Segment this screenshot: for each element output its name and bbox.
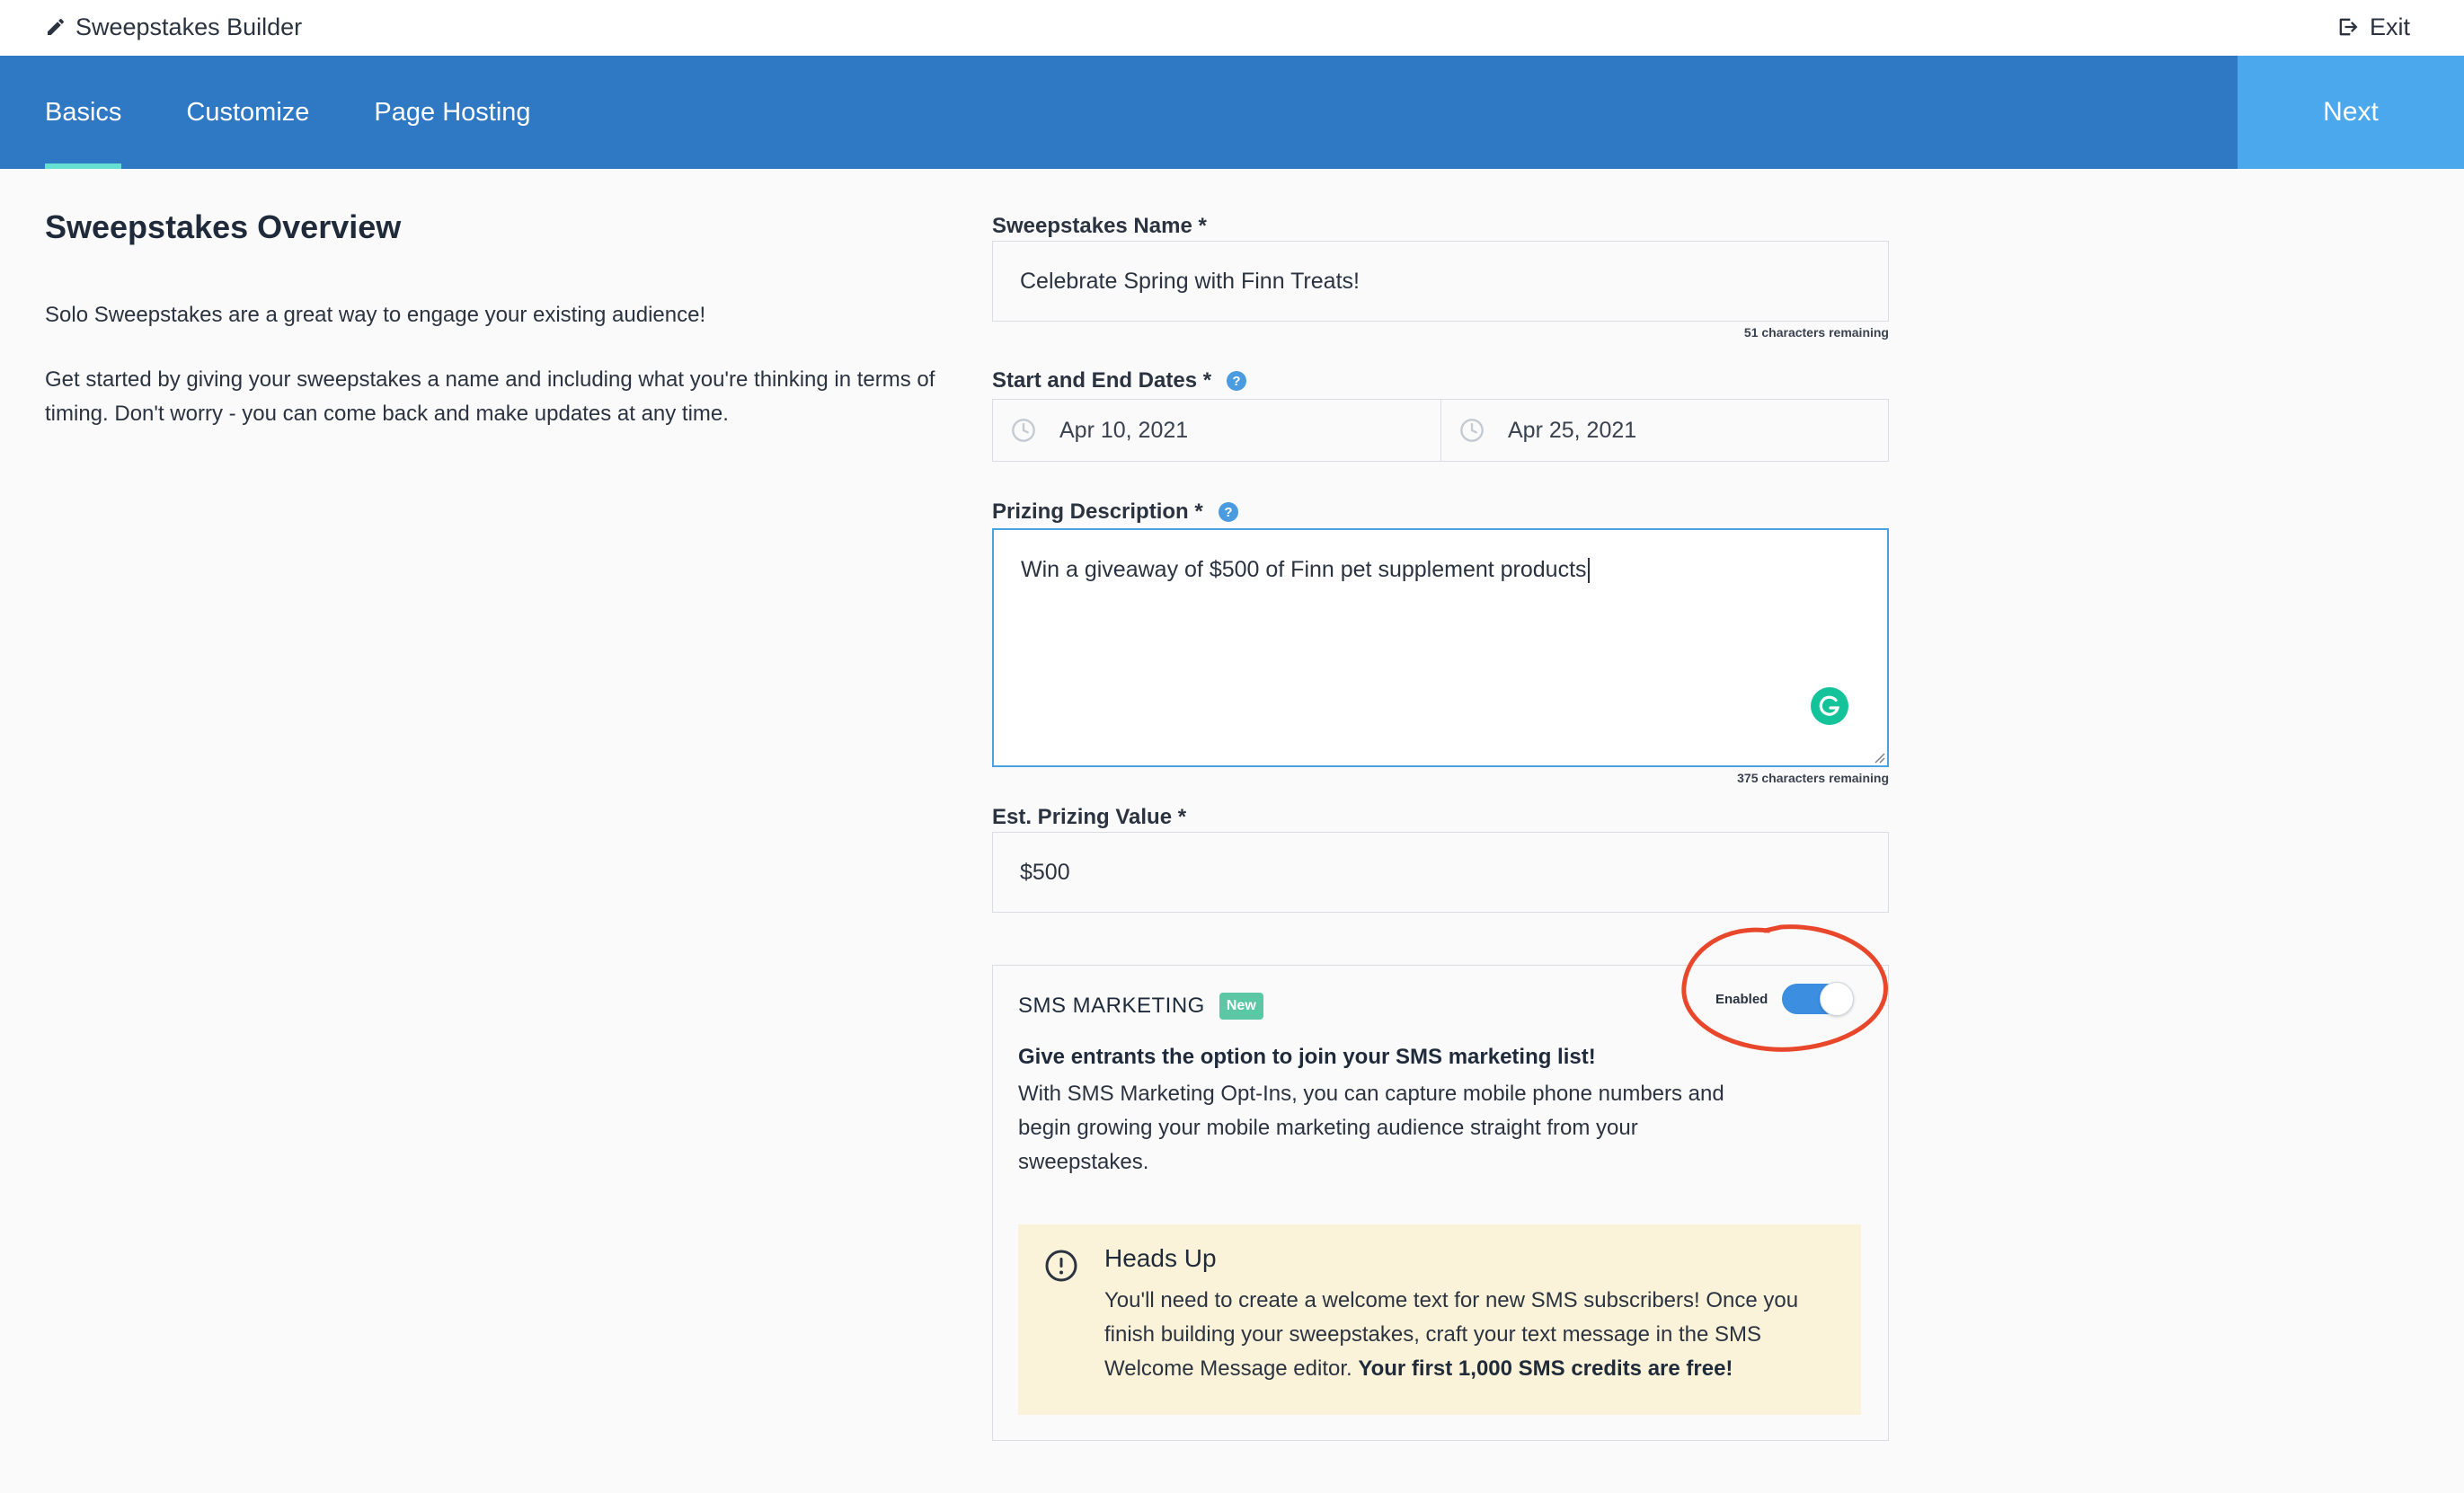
sweepstakes-name-input[interactable]: Celebrate Spring with Finn Treats! bbox=[992, 241, 1889, 322]
dates-label: Start and End Dates * ? bbox=[992, 368, 1247, 393]
resize-handle-icon[interactable] bbox=[1871, 749, 1885, 764]
svg-text:?: ? bbox=[1224, 505, 1232, 520]
prizing-description-label: Prizing Description * ? bbox=[992, 499, 1239, 525]
name-label-text: Sweepstakes Name * bbox=[992, 214, 1207, 238]
prizing-description-value: Win a giveaway of $500 of Finn pet suppl… bbox=[1021, 557, 1587, 582]
sms-description: With SMS Marketing Opt-Ins, you can capt… bbox=[1018, 1082, 1724, 1174]
help-icon[interactable]: ? bbox=[1226, 370, 1247, 392]
page-title: Sweepstakes Overview bbox=[45, 208, 402, 245]
next-button[interactable]: Next bbox=[2238, 56, 2464, 169]
prizing-value-input[interactable]: $500 bbox=[992, 832, 1889, 913]
tab-label: Page Hosting bbox=[374, 97, 531, 127]
start-date-input[interactable]: Apr 10, 2021 bbox=[993, 400, 1440, 461]
grammarly-icon[interactable] bbox=[1810, 686, 1849, 726]
sweepstakes-name-value: Celebrate Spring with Finn Treats! bbox=[1020, 268, 1360, 294]
overview-intro: Solo Sweepstakes are a great way to enga… bbox=[45, 303, 706, 327]
sms-title-text: SMS MARKETING bbox=[1018, 994, 1205, 1018]
heads-up-title: Heads Up bbox=[1104, 1244, 1217, 1272]
app-title: Sweepstakes Builder bbox=[45, 9, 302, 45]
toggle-label: Enabled bbox=[1715, 991, 1768, 1007]
heads-up-body: You'll need to create a welcome text for… bbox=[1104, 1284, 1823, 1386]
sms-title: SMS MARKETING New bbox=[1018, 993, 1263, 1020]
text-cursor bbox=[1587, 558, 1590, 584]
start-date-value: Apr 10, 2021 bbox=[1059, 417, 1189, 443]
date-range-picker: Apr 10, 2021 Apr 25, 2021 bbox=[992, 399, 1889, 462]
prizing-char-counter: 375 characters remaining bbox=[1737, 771, 1889, 785]
heads-up-bold-text: Your first 1,000 SMS credits are free! bbox=[1358, 1356, 1733, 1381]
nav-bar: Basics Customize Page Hosting Next bbox=[0, 56, 2464, 169]
dates-label-text: Start and End Dates * bbox=[992, 368, 1212, 393]
clock-icon bbox=[1460, 419, 1484, 442]
heads-up-notice: Heads Up You'll need to create a welcome… bbox=[1018, 1224, 1861, 1415]
sms-heading: Give entrants the option to join your SM… bbox=[1018, 1045, 1596, 1069]
overview-instructions: Get started by giving your sweepstakes a… bbox=[45, 367, 935, 426]
tab-label: Basics bbox=[45, 97, 122, 127]
svg-text:?: ? bbox=[1232, 374, 1240, 389]
toggle-knob bbox=[1820, 982, 1855, 1016]
tab-page-hosting[interactable]: Page Hosting bbox=[374, 56, 530, 169]
tab-customize[interactable]: Customize bbox=[186, 56, 309, 169]
end-date-value: Apr 25, 2021 bbox=[1508, 417, 1637, 443]
prizing-value-value: $500 bbox=[1020, 859, 1070, 885]
top-bar: Sweepstakes Builder Exit bbox=[0, 0, 2464, 56]
name-char-counter: 51 characters remaining bbox=[1743, 325, 1889, 340]
sms-enabled-toggle[interactable] bbox=[1782, 982, 1855, 1016]
tab-label: Customize bbox=[186, 97, 310, 127]
end-date-input[interactable]: Apr 25, 2021 bbox=[1440, 400, 1888, 461]
prizing-description-textarea[interactable]: Win a giveaway of $500 of Finn pet suppl… bbox=[992, 528, 1889, 767]
prizing-value-label-text: Est. Prizing Value * bbox=[992, 805, 1187, 829]
tab-list: Basics Customize Page Hosting bbox=[45, 56, 596, 169]
prizing-value-label: Est. Prizing Value * bbox=[992, 805, 1186, 830]
new-badge: New bbox=[1219, 993, 1263, 1020]
exit-label: Exit bbox=[2369, 13, 2410, 40]
help-icon[interactable]: ? bbox=[1218, 501, 1239, 523]
sms-toggle-group: Enabled bbox=[1715, 982, 1855, 1016]
exit-button[interactable]: Exit bbox=[2335, 9, 2410, 45]
pencil-icon bbox=[48, 18, 64, 35]
sms-marketing-card: SMS MARKETING New Enabled Give entrants … bbox=[992, 965, 1889, 1441]
warning-icon bbox=[1045, 1250, 1077, 1282]
tab-basics[interactable]: Basics bbox=[45, 56, 122, 169]
app-title-text: Sweepstakes Builder bbox=[75, 13, 303, 40]
clock-icon bbox=[1012, 419, 1035, 442]
name-label: Sweepstakes Name * bbox=[992, 214, 1207, 239]
exit-icon bbox=[2339, 18, 2358, 36]
prizing-description-label-text: Prizing Description * bbox=[992, 499, 1203, 524]
